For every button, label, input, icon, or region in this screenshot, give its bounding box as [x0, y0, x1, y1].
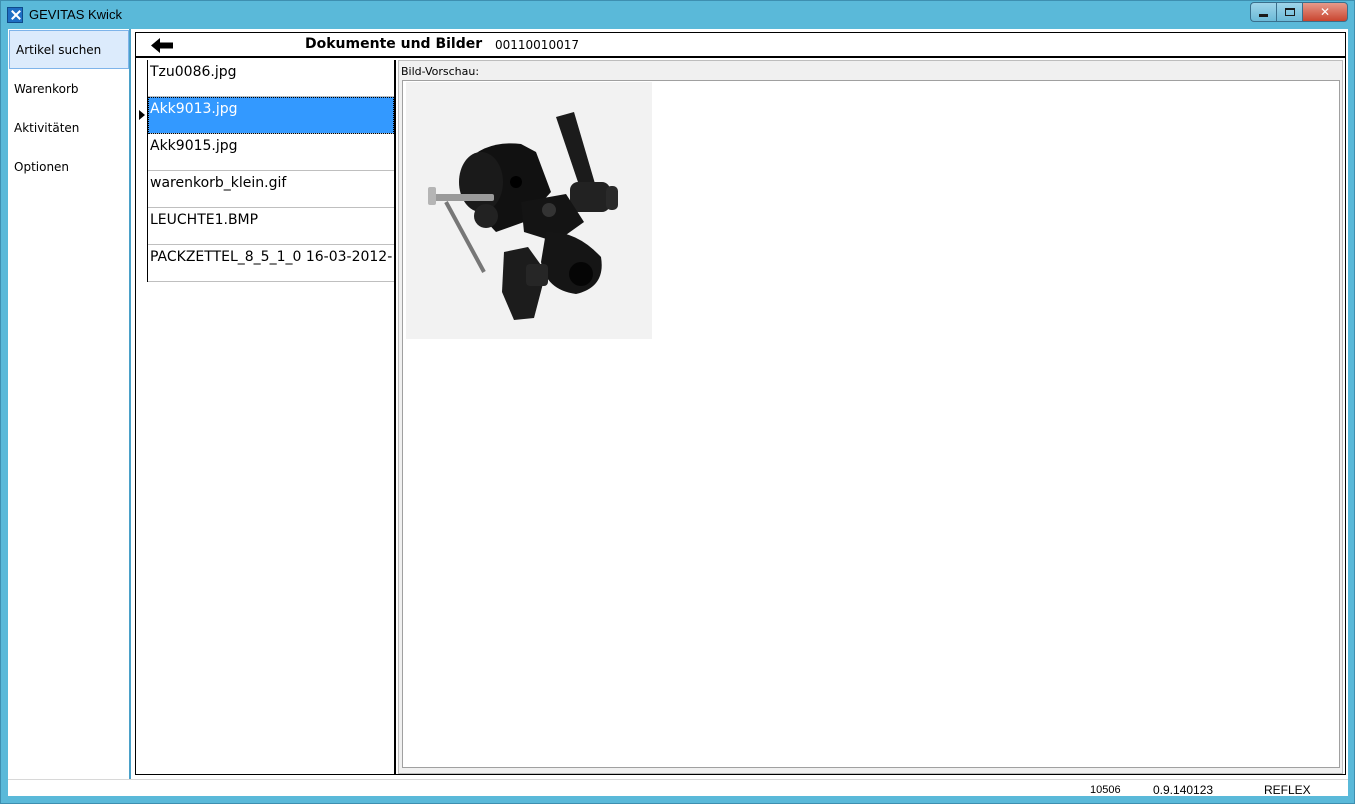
preview-image	[406, 82, 652, 339]
file-row[interactable]: Akk9015.jpg	[148, 134, 394, 171]
nav-item-warenkorb[interactable]: Warenkorb	[8, 70, 129, 109]
sidebar-nav: Artikel suchen Warenkorb Aktivitäten Opt…	[8, 29, 131, 779]
status-database: REFLEX	[1264, 783, 1311, 797]
gevitas-x-icon[interactable]	[7, 7, 23, 23]
row-header[interactable]	[136, 134, 148, 171]
nav-item-artikel-suchen[interactable]: Artikel suchen	[9, 30, 129, 69]
file-row[interactable]: warenkorb_klein.gif	[148, 171, 394, 208]
close-icon: ✕	[1319, 5, 1331, 19]
nav-item-aktivitaeten[interactable]: Aktivitäten	[8, 109, 129, 148]
file-row-selected[interactable]: Akk9013.jpg	[148, 97, 394, 134]
status-record-count: 10506	[1090, 784, 1121, 796]
row-header[interactable]	[136, 245, 148, 282]
arrow-left-icon[interactable]	[151, 38, 173, 53]
status-version: 0.9.140123	[1153, 783, 1214, 797]
page-title: Dokumente und Bilder	[305, 36, 483, 52]
title-bar[interactable]: GEVITAS Kwick ✕	[1, 1, 1354, 29]
file-row[interactable]: Tzu0086.jpg	[148, 60, 394, 97]
preview-label: Bild-Vorschau:	[401, 65, 480, 78]
maximize-button[interactable]	[1276, 2, 1302, 22]
preview-panel: Bild-Vorschau:	[398, 60, 1343, 774]
row-header-current[interactable]	[136, 97, 148, 134]
panel-header: Dokumente und Bilder 00110010017	[136, 33, 1345, 58]
documents-panel: Dokumente und Bilder 00110010017 Tzu0086…	[135, 32, 1346, 775]
row-header[interactable]	[136, 60, 148, 97]
minimize-icon	[1259, 13, 1268, 17]
file-list: Tzu0086.jpg Akk9013.jpg Akk9015.jpg ware…	[136, 60, 396, 774]
file-row[interactable]: LEUCHTE1.BMP	[148, 208, 394, 245]
client-area: Artikel suchen Warenkorb Aktivitäten Opt…	[8, 29, 1348, 797]
file-row[interactable]: PACKZETTEL_8_5_1_0 16-03-2012-	[148, 245, 394, 282]
current-row-icon	[139, 110, 145, 120]
minimize-button[interactable]	[1250, 2, 1276, 22]
article-number: 00110010017	[495, 38, 579, 52]
maximize-icon	[1284, 8, 1295, 16]
close-button[interactable]: ✕	[1302, 2, 1348, 22]
row-header[interactable]	[136, 171, 148, 208]
nav-item-optionen[interactable]: Optionen	[8, 148, 129, 187]
row-header[interactable]	[136, 208, 148, 245]
window-title: GEVITAS Kwick	[29, 7, 122, 22]
status-bar: 10506 0.9.140123 REFLEX	[8, 779, 1348, 797]
window-controls: ✕	[1250, 2, 1348, 22]
preview-box	[402, 80, 1340, 768]
app-window: GEVITAS Kwick ✕ Artikel suchen Warenkorb…	[0, 0, 1355, 804]
